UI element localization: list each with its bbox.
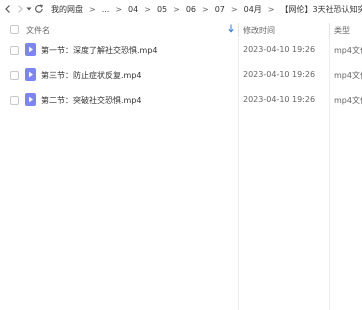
breadcrumb-item[interactable]: 07: [214, 5, 226, 14]
file-row[interactable]: 第三节：防止症状反复.mp4 2023-04-10 19:26 mp4文件: [0, 64, 362, 86]
column-divider[interactable]: [329, 23, 330, 37]
row-checkbox[interactable]: [10, 46, 19, 55]
video-file-icon: [25, 43, 36, 56]
video-file-icon: [25, 93, 36, 106]
refresh-button[interactable]: [34, 1, 44, 17]
file-modified-date: 2023-04-10 19:26: [243, 95, 316, 104]
breadcrumb-item[interactable]: 05: [156, 5, 168, 14]
file-row[interactable]: 第一节：深度了解社交恐惧.mp4 2023-04-10 19:26 mp4文件: [0, 39, 362, 61]
breadcrumb-item[interactable]: 04月: [243, 4, 263, 15]
file-list-header: 文件名 修改时间 类型: [0, 22, 362, 38]
file-type: mp4文件: [334, 71, 362, 80]
toolbar: 我的网盘 > ... > 04 > 05 > 06 > 07 > 04月 > 【…: [0, 0, 362, 18]
breadcrumb-separator: >: [144, 4, 151, 14]
breadcrumb-item[interactable]: 我的网盘: [50, 4, 84, 15]
breadcrumb-separator: >: [89, 4, 96, 14]
file-modified-date: 2023-04-10 19:26: [243, 70, 316, 79]
breadcrumb-separator: >: [173, 4, 180, 14]
file-name[interactable]: 第二节：突破社交恐惧.mp4: [41, 95, 142, 106]
forward-button[interactable]: [16, 1, 24, 17]
chevron-left-icon: [4, 4, 12, 14]
file-name[interactable]: 第一节：深度了解社交恐惧.mp4: [41, 45, 158, 56]
breadcrumb-separator: >: [267, 4, 275, 14]
file-name[interactable]: 第三节：防止症状反复.mp4: [41, 70, 142, 81]
sort-down-arrow-icon[interactable]: [228, 24, 234, 35]
column-header-name[interactable]: 文件名: [26, 25, 50, 36]
history-dropdown-button[interactable]: [26, 1, 32, 17]
caret-down-icon: [26, 6, 32, 12]
breadcrumb-separator: >: [230, 4, 238, 14]
file-type: mp4文件: [334, 96, 362, 105]
breadcrumb-item[interactable]: ...: [101, 5, 111, 14]
file-type: mp4文件: [334, 46, 362, 55]
breadcrumb-item[interactable]: 04: [127, 5, 139, 14]
breadcrumb-item-current[interactable]: 【网伦】3天社恐认知突破课: [280, 4, 362, 15]
column-header-modified[interactable]: 修改时间: [243, 25, 275, 36]
back-button[interactable]: [4, 1, 12, 17]
breadcrumb: 我的网盘 > ... > 04 > 05 > 06 > 07 > 04月 > 【…: [50, 4, 362, 15]
row-checkbox[interactable]: [10, 96, 19, 105]
chevron-right-icon: [16, 4, 24, 14]
video-file-icon: [25, 68, 36, 81]
breadcrumb-item[interactable]: 06: [185, 5, 197, 14]
row-checkbox[interactable]: [10, 71, 19, 80]
column-header-type[interactable]: 类型: [334, 25, 350, 36]
refresh-icon: [34, 4, 44, 14]
file-row[interactable]: 第二节：突破社交恐惧.mp4 2023-04-10 19:26 mp4文件: [0, 89, 362, 111]
file-modified-date: 2023-04-10 19:26: [243, 45, 316, 54]
column-divider[interactable]: [238, 23, 239, 37]
breadcrumb-separator: >: [115, 4, 123, 14]
breadcrumb-separator: >: [202, 4, 209, 14]
select-all-checkbox[interactable]: [10, 25, 19, 34]
